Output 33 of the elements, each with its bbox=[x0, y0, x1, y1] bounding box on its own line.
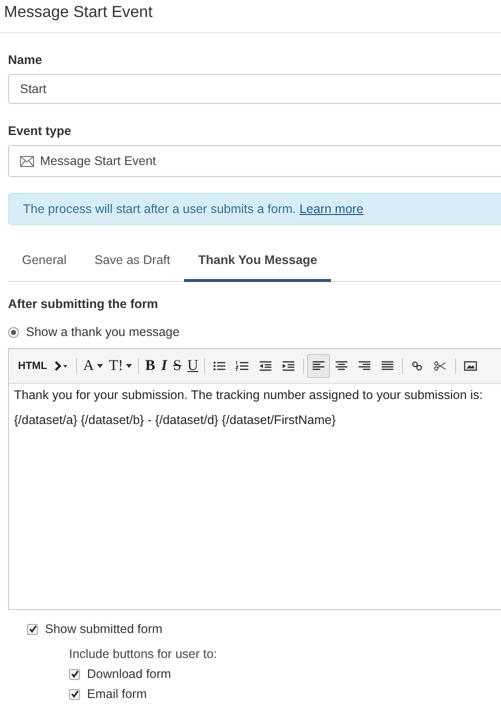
checkbox-label: Download form bbox=[87, 667, 172, 681]
format-dropdown[interactable]: A bbox=[80, 354, 106, 378]
info-text: The process will start after a user submits a form. Learn more bbox=[23, 202, 364, 216]
checkbox[interactable] bbox=[69, 668, 80, 680]
field-label: Name bbox=[8, 53, 42, 67]
panel-title: Message Start Event bbox=[4, 4, 153, 22]
align-left-icon[interactable] bbox=[307, 354, 330, 378]
format-button[interactable]: S bbox=[170, 354, 184, 378]
caret-icon bbox=[97, 364, 104, 368]
tab[interactable]: Save as Draft bbox=[80, 243, 184, 282]
tab[interactable]: General bbox=[8, 243, 80, 282]
learn-more-link[interactable]: Learn more bbox=[299, 202, 364, 216]
include-label: Include buttons for user to: bbox=[69, 647, 218, 661]
format-button[interactable]: HTML bbox=[15, 354, 50, 378]
editor-text: {/dataset/a} {/dataset/b} - {/dataset/d} {/dataset/FirstName} bbox=[14, 413, 337, 427]
envelope-icon bbox=[20, 156, 34, 166]
radio-label: Show a thank you message bbox=[26, 325, 180, 339]
format-button[interactable]: U bbox=[184, 354, 202, 378]
editor-text: Thank you for your submission. The tracking number assigned to your submission is: bbox=[14, 388, 484, 402]
name-field[interactable]: Start bbox=[8, 74, 501, 104]
section-title: After submitting the form bbox=[8, 297, 158, 311]
checkbox-label: Email form bbox=[87, 687, 147, 701]
format-button[interactable]: B bbox=[142, 354, 158, 378]
event-type-field[interactable]: Message Start Event bbox=[8, 145, 501, 177]
radio-button[interactable] bbox=[8, 326, 19, 338]
checkbox[interactable] bbox=[27, 624, 38, 634]
caret-icon bbox=[126, 364, 132, 368]
format-button[interactable]: I bbox=[158, 354, 170, 378]
checkbox-label: Show submitted form bbox=[45, 622, 162, 636]
checkbox[interactable] bbox=[69, 688, 80, 700]
format-dropdown[interactable]: T! bbox=[106, 354, 136, 378]
tab[interactable]: Thank You Message bbox=[184, 243, 332, 282]
field-label: Event type bbox=[8, 124, 72, 138]
